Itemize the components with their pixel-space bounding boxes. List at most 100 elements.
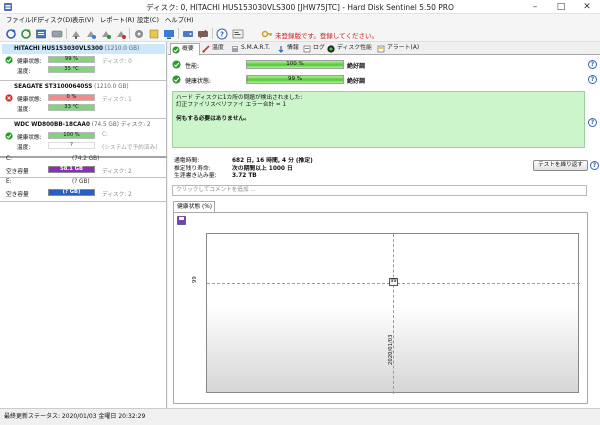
volume-letter: E: — [6, 179, 12, 185]
health-label: 健康状態: — [17, 97, 42, 103]
menu-help[interactable]: ヘルプ(H) — [165, 15, 194, 24]
health-label: 健康状態: — [17, 59, 42, 65]
disk-settings-icon[interactable] — [181, 27, 194, 40]
thermometer-icon — [202, 45, 210, 53]
test-icon[interactable] — [69, 27, 82, 40]
menu-disk[interactable]: ディスク(D) — [38, 15, 73, 24]
health-bar: 0 % — [48, 94, 95, 101]
overview-panel: 性能: 100 % 絶好調 ? 健康状態: 99 % 絶好調 ? ハード ディス… — [168, 55, 600, 408]
log-icon — [303, 45, 311, 53]
tab-smart[interactable]: S.M.A.R.T. — [230, 43, 270, 55]
repeat-test-button[interactable]: テストを繰り返す — [533, 160, 588, 171]
help-icon[interactable]: ? — [588, 60, 597, 69]
tab-performance[interactable]: ディスク性能 — [326, 43, 372, 55]
tab-alerts[interactable]: アラート(A) — [376, 43, 419, 55]
disk-name: SEAGATE ST31000640SS — [14, 84, 93, 90]
disk-name: WDC WD800BB-18CAA0 — [14, 122, 90, 128]
tab-log[interactable]: ログ — [302, 43, 325, 55]
menu-file[interactable]: ファイル(F) — [6, 15, 40, 24]
free-space-bar: 58.1 GB — [48, 166, 95, 173]
temp-bar: 35 °C — [48, 66, 95, 73]
health-rating: 絶好調 — [347, 78, 366, 85]
disk-item[interactable]: WDC WD800BB-18CAA0 (74.5 GB) ディスク: 2 健康状… — [2, 120, 165, 156]
save-icon[interactable] — [177, 216, 186, 225]
x-tick-label: 2020/01/03 — [388, 334, 394, 365]
ok-check-icon — [5, 56, 13, 64]
disk-info-icon[interactable] — [50, 27, 63, 40]
disk-name: HITACHI HUS153030VLS300 — [14, 46, 103, 52]
minimize-button[interactable]: – — [522, 0, 548, 14]
alerts-icon[interactable] — [147, 27, 160, 40]
tab-bar: 概要 温度 S.M.A.R.T. 情報 ログ ディスク性能 アラート(A) — [168, 42, 600, 56]
menu-settings[interactable]: 設定(C) — [137, 15, 159, 24]
temp-value: ? — [70, 142, 73, 148]
disk-size: (1210.0 GB) — [94, 84, 129, 90]
help-icon[interactable]: ? — [588, 118, 597, 127]
disk-health-row: 健康状態: 100 % C: — [2, 131, 165, 141]
volume-item[interactable]: E: (? GB) 空き容量 (? GB) ディスク: 2 — [2, 177, 165, 201]
disk-list-panel: HITACHI HUS153030VLS300 (1210.0 GB) 健康状態… — [0, 42, 167, 408]
volume-item[interactable]: C: (74.2 GB) 空き容量 58.1 GB ディスク: 2 — [2, 154, 165, 178]
free-space-bar: (? GB) — [48, 189, 95, 196]
refresh-icon[interactable] — [4, 27, 17, 40]
status-message-box: ハード ディスクに1カ所の問題が検出されました: 訂正ファイリスベリファイ エラ… — [172, 91, 585, 148]
disk-temp-row: 温度: 33 °C — [2, 103, 165, 113]
report-icon[interactable] — [34, 27, 47, 40]
stat-value: 682 日, 16 時間, 4 分 (推定) — [232, 158, 313, 164]
surface-test-icon[interactable] — [84, 27, 97, 40]
health-label: 健康状態: — [17, 135, 42, 141]
disk-index: ディスク: 1 — [102, 97, 132, 103]
volume-size: (? GB) — [72, 179, 90, 185]
volume-disk: ディスク: 2 — [102, 169, 132, 175]
free-label: 空き容量 — [6, 192, 29, 198]
menu-report[interactable]: レポート(R) — [100, 15, 134, 24]
free-value: (? GB) — [62, 189, 81, 195]
help-icon[interactable]: ? — [215, 27, 228, 40]
help-icon[interactable]: ? — [590, 161, 599, 170]
refresh-all-icon[interactable] — [19, 27, 32, 40]
x-gridline — [393, 234, 394, 394]
stat-value: 次の期間以上 1000 日 — [232, 165, 293, 172]
menu-view[interactable]: 表示(V) — [72, 15, 94, 24]
disk-temp-row: 温度: ? (システムで予約済み) — [2, 141, 165, 151]
settings-icon[interactable] — [132, 27, 145, 40]
disk-index: ディスク: 2 — [120, 122, 151, 128]
ok-check-icon — [5, 132, 13, 140]
health-row: 健康状態: 99 % 絶好調 — [172, 74, 592, 85]
maximize-button[interactable]: □ — [548, 0, 574, 14]
health-bar: 99 % — [48, 56, 95, 63]
free-label: 空き容量 — [6, 169, 29, 175]
stat-value: 3.72 TB — [232, 173, 257, 180]
health-chart-frame: 99 99 2020/01/03 — [173, 212, 588, 404]
svg-text:?: ? — [219, 30, 223, 38]
extended-test-icon[interactable] — [114, 27, 127, 40]
close-button[interactable]: ✕ — [574, 0, 600, 14]
performance-row: 性能: 100 % 絶好調 — [172, 59, 592, 70]
performance-value: 100 % — [286, 61, 304, 67]
help-icon[interactable]: ? — [588, 75, 597, 84]
disk-drive-letter: C: — [102, 132, 108, 138]
stat-key: 通電時間: — [174, 158, 200, 164]
error-x-icon — [5, 94, 13, 102]
short-test-icon[interactable] — [99, 27, 112, 40]
disk-item[interactable]: SEAGATE ST31000640SS (1210.0 GB) 健康状態: 0… — [2, 82, 165, 118]
health-label: 健康状態: — [185, 78, 212, 85]
drive-tools-icon[interactable] — [196, 27, 209, 40]
disk-health-row: 健康状態: 99 % ディスク: 0 — [2, 55, 165, 65]
info-icon — [278, 46, 284, 53]
temp-value: 35 °C — [64, 66, 79, 72]
tab-temperature[interactable]: 温度 — [201, 43, 224, 55]
temp-note: (システムで予約済み) — [102, 145, 158, 151]
tab-information[interactable]: 情報 — [276, 43, 299, 55]
monitor-icon[interactable] — [162, 27, 175, 40]
comment-input[interactable]: クリックしてコメントを追加 ... — [172, 185, 587, 196]
disk-item[interactable]: HITACHI HUS153030VLS300 (1210.0 GB) 健康状態… — [2, 44, 165, 80]
register-icon[interactable] — [231, 27, 244, 40]
health-chart-plot: 99 — [206, 233, 580, 394]
temp-label: 温度: — [17, 107, 31, 113]
key-icon[interactable] — [260, 27, 273, 40]
temp-value: 33 °C — [64, 104, 79, 110]
ok-check-icon — [172, 75, 181, 84]
unregistered-notice[interactable]: 未登録版です。登録してください。 — [275, 30, 378, 40]
status-bar: 最終更新ステータス: 2020/01/03 金曜日 20:32:29 — [0, 408, 600, 425]
